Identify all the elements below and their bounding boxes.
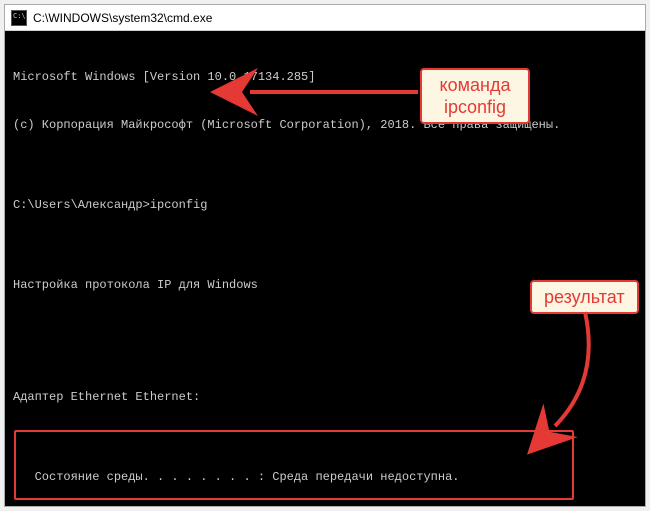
adapter-header: Адаптер Ethernet Ethernet: [13, 389, 637, 405]
out-line: Состояние среды. . . . . . . . : Среда п… [13, 469, 637, 485]
window-title: C:\WINDOWS\system32\cmd.exe [33, 11, 212, 25]
terminal-output[interactable]: Microsoft Windows [Version 10.0.17134.28… [5, 31, 645, 506]
out-line: Настройка протокола IP для Windows [13, 277, 637, 293]
titlebar[interactable]: C:\WINDOWS\system32\cmd.exe [5, 5, 645, 31]
out-line: Microsoft Windows [Version 10.0.17134.28… [13, 69, 637, 85]
out-line: (c) Корпорация Майкрософт (Microsoft Cor… [13, 117, 637, 133]
prompt-line: C:\Users\Александр>ipconfig [13, 197, 637, 213]
cmd-icon [11, 10, 27, 26]
cmd-window: C:\WINDOWS\system32\cmd.exe Microsoft Wi… [4, 4, 646, 507]
